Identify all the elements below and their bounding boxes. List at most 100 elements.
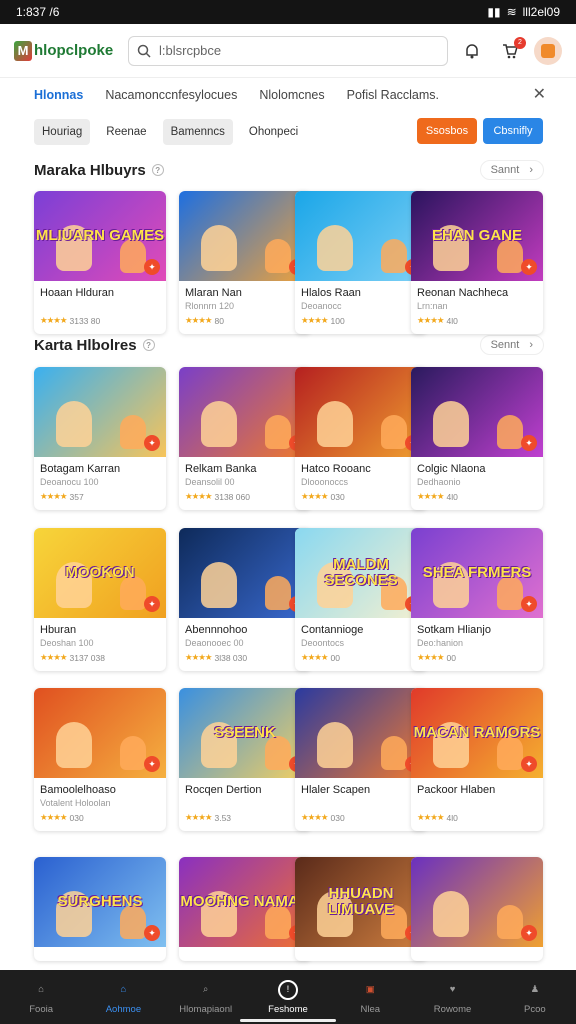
game-meta: 00 <box>330 652 340 663</box>
game-card[interactable]: SSEENK✦ Rocqen Dertion ★★★★3.53 <box>179 688 311 831</box>
game-subtitle: Deo:hanion <box>417 638 464 648</box>
game-card[interactable]: MACAN RAMORS ✦ Packoor Hlaben ★★★★ 4l0 <box>411 688 543 831</box>
game-card[interactable]: ✦ <box>411 857 543 961</box>
avatar[interactable] <box>534 36 562 65</box>
game-meta: 357 <box>69 491 84 502</box>
tab-category-3[interactable]: Nlolomcnes <box>259 88 324 102</box>
game-art-title: EHAN GANE <box>431 227 522 245</box>
play-icon[interactable]: ✦ <box>521 259 537 275</box>
tab-category-4[interactable]: Pofisl Racclams. <box>347 88 439 102</box>
nav-item-5[interactable]: ▣ Nlea <box>330 980 410 1015</box>
game-card[interactable]: HHUADN LIMUAVE✦ <box>295 857 427 961</box>
star-rating-icon: ★★★★ <box>40 315 68 325</box>
character-illustration <box>497 415 523 449</box>
see-all-button-2[interactable]: Sennt › <box>479 335 544 355</box>
search-input[interactable]: l:blsrcpbce <box>128 35 448 66</box>
play-icon[interactable]: ✦ <box>144 596 160 612</box>
game-card[interactable]: MLIUARN GAMES ✦ Hoaan Hlduran ★★★★ 3133 80 <box>34 191 166 334</box>
top-bar: M hlopclpoke l:blsrcpbce 2 <box>0 24 576 78</box>
avatar-icon <box>541 43 555 58</box>
cart-button[interactable]: 2 <box>496 36 526 65</box>
game-thumbnail: EHAN GANE ✦ <box>411 191 543 281</box>
section-header-1: Maraka Hlbuyrs? Sannt › <box>0 159 576 181</box>
star-rating-icon: ★★★★ <box>417 315 445 325</box>
blue-action-button[interactable]: Cbsnifly <box>483 118 543 144</box>
play-icon[interactable]: ✦ <box>521 596 537 612</box>
search-icon: ⌕ <box>203 984 209 995</box>
signal-icon: ▮▮ <box>487 5 501 19</box>
game-card[interactable]: ✦ Relkam Banka Deansolil 00 ★★★★3138 060 <box>179 367 311 510</box>
nav-item-7[interactable]: ♟ Pcoo <box>495 980 575 1015</box>
star-rating-icon: ★★★★ <box>40 491 68 501</box>
character-illustration <box>497 905 523 939</box>
character-illustration <box>120 905 146 939</box>
game-thumbnail: ✦ <box>295 367 427 457</box>
game-card[interactable]: SURGHENS ✦ <box>34 857 166 961</box>
filter-chip-2[interactable]: Reenae <box>98 119 154 145</box>
game-card[interactable]: MOOHNG NAMAN✦ <box>179 857 311 961</box>
game-thumbnail: SHEA FRMERS ✦ <box>411 528 543 618</box>
filter-chip-1[interactable]: Houriag <box>34 119 91 145</box>
nav-item-1[interactable]: ⌂ Fooia <box>1 980 81 1015</box>
game-card[interactable]: ✦ Abennnohoo Deaonooec 00 ★★★★3l38 030 <box>179 528 311 671</box>
game-art-title: HHUADN LIMUAVE <box>327 885 395 918</box>
orange-action-button[interactable]: Ssosbos <box>417 118 477 144</box>
play-icon[interactable]: ✦ <box>144 756 160 772</box>
game-card[interactable]: MOOKON ✦ Hburan Deoshan 100 ★★★★ 3137 038 <box>34 528 166 671</box>
nav-item-2[interactable]: ⌂ Aohmoe <box>83 980 163 1015</box>
game-title: Packoor Hlaben <box>417 784 496 796</box>
character-illustration <box>433 401 469 447</box>
game-subtitle: Deansolil 00 <box>185 477 235 487</box>
game-subtitle: Dedhaonio <box>417 477 461 487</box>
game-art-title: MOOKON <box>65 564 135 582</box>
bell-icon <box>466 43 478 58</box>
star-rating-icon: ★★★★ <box>417 812 445 822</box>
game-card[interactable]: ✦ Hlaler Scapen ★★★★030 <box>295 688 427 831</box>
game-card[interactable]: SHEA FRMERS ✦ Sotkam Hlianjo Deo:hanion ★★★★… <box>411 528 543 671</box>
filter-chip-4[interactable]: Ohonpeci <box>241 119 306 145</box>
nav-item-4[interactable]: ! Feshome <box>248 979 328 1015</box>
chevron-right-icon: › <box>529 164 533 176</box>
game-card[interactable]: ✦ Mlaran Nan Rlonnrn 120 ★★★★80 <box>179 191 311 334</box>
notification-button[interactable] <box>458 37 486 65</box>
app-logo[interactable]: M hlopclpoke <box>14 40 118 61</box>
game-card[interactable]: ✦ Colgic Nlaona Dedhaonio ★★★★ 4l0 <box>411 367 543 510</box>
character-illustration <box>120 736 146 770</box>
game-thumbnail: SSEENK✦ <box>179 688 311 778</box>
game-card[interactable]: ✦ Bamoolelhoaso Votalent Holoolan ★★★★ 030 <box>34 688 166 831</box>
play-icon[interactable]: ✦ <box>521 435 537 451</box>
game-card[interactable]: MALDM SECONES✦ Contannioge Deoontocs ★★★★00 <box>295 528 427 671</box>
nav-item-6[interactable]: ♥ Rowome <box>413 980 493 1015</box>
see-all-label-2: Sennt <box>490 339 520 351</box>
game-thumbnail: MOOHNG NAMAN✦ <box>179 857 311 947</box>
game-title: Mlaran Nan <box>185 287 242 299</box>
play-icon[interactable]: ✦ <box>144 259 160 275</box>
play-icon[interactable]: ✦ <box>521 925 537 941</box>
game-art-title: MLIUARN GAMES <box>35 227 165 245</box>
search-icon <box>137 44 151 58</box>
game-subtitle: Deoanocc <box>301 301 342 311</box>
game-card[interactable]: ✦ Hlalos Raan Deoanocc ★★★★100 <box>295 191 427 334</box>
tab-home[interactable]: Hlonnas <box>34 88 83 102</box>
game-thumbnail: ✦ <box>411 367 543 457</box>
see-all-button-1[interactable]: Sannt › <box>479 160 544 180</box>
tab-category-2[interactable]: Nacamonccnfesylocues <box>105 88 237 102</box>
game-card[interactable]: EHAN GANE ✦ Reonan Nachheca Lrn:nan ★★★★ 4l0 <box>411 191 543 334</box>
section-title-1: Maraka Hlbuyrs <box>34 161 146 179</box>
play-icon[interactable]: ✦ <box>521 756 537 772</box>
star-rating-icon: ★★★★ <box>40 652 68 662</box>
game-card[interactable]: ✦ Botagam Karran Deoanocu 100 ★★★★ 357 <box>34 367 166 510</box>
see-all-label-1: Sannt <box>490 164 520 176</box>
filter-chip-3[interactable]: Bamenncs <box>162 119 233 145</box>
close-icon[interactable]: ✕ <box>533 84 546 104</box>
game-art-title: SHEA FRMERS <box>422 564 532 582</box>
star-rating-icon: ★★★★ <box>301 315 329 325</box>
character-illustration <box>317 722 353 768</box>
nav-item-3[interactable]: ⌕ Hlomapiaonl <box>166 980 246 1015</box>
game-card[interactable]: ✦ Hatco Rooanc Dlooonoccs ★★★★030 <box>295 367 427 510</box>
play-icon[interactable]: ✦ <box>144 435 160 451</box>
home-icon: ⌂ <box>38 984 45 995</box>
play-icon[interactable]: ✦ <box>144 925 160 941</box>
game-meta: 3138 060 <box>214 491 250 502</box>
character-illustration <box>497 736 523 770</box>
